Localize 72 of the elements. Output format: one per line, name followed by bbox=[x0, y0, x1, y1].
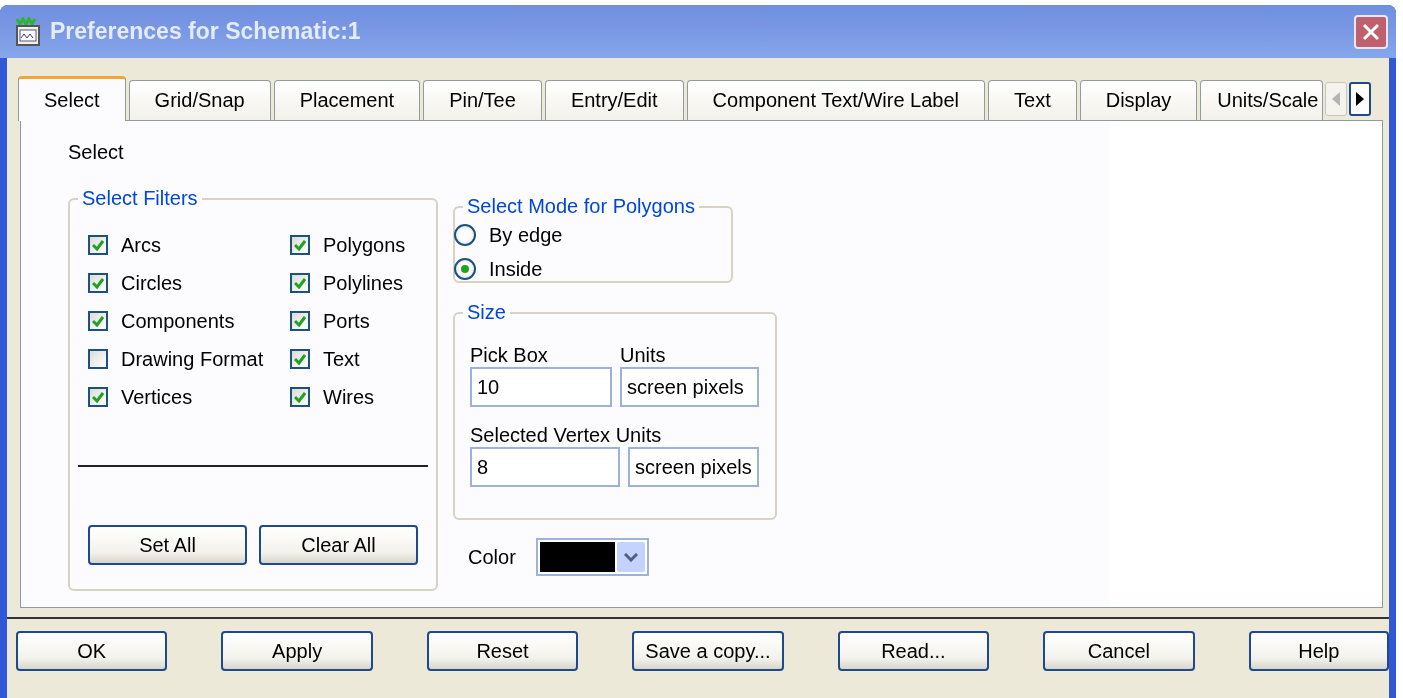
tab[interactable]: Text bbox=[988, 80, 1077, 120]
button[interactable]: Reset bbox=[426, 631, 579, 671]
checkbox[interactable] bbox=[290, 387, 310, 407]
checkbox[interactable] bbox=[290, 273, 310, 293]
checkmark-icon bbox=[92, 277, 104, 289]
checkmark-icon bbox=[294, 391, 306, 403]
close-icon bbox=[1362, 22, 1380, 41]
button[interactable]: OK bbox=[16, 631, 168, 671]
button[interactable]: Set All bbox=[88, 525, 247, 565]
radio-button[interactable] bbox=[454, 258, 476, 280]
checkbox-label: Arcs bbox=[121, 233, 161, 257]
group-title: Select Filters bbox=[81, 187, 199, 210]
checkbox[interactable] bbox=[88, 273, 108, 293]
group-title: Size bbox=[466, 301, 507, 324]
button[interactable]: Save a copy... bbox=[632, 631, 784, 671]
checkbox[interactable] bbox=[290, 349, 310, 369]
checkbox[interactable] bbox=[88, 235, 108, 255]
right-triangle-icon bbox=[1356, 92, 1365, 106]
tab[interactable]: Units/Scale bbox=[1200, 80, 1324, 120]
field-label: Pick Box bbox=[470, 344, 549, 367]
color-label: Color bbox=[468, 545, 516, 569]
color-dropdown[interactable] bbox=[535, 538, 649, 576]
button[interactable]: Read... bbox=[837, 631, 990, 671]
checkmark-icon bbox=[92, 391, 104, 403]
checkbox-label: Components bbox=[121, 309, 235, 333]
close-button[interactable] bbox=[1354, 14, 1388, 49]
checkmark-icon bbox=[294, 239, 306, 251]
chevron-down-icon bbox=[623, 552, 638, 562]
scroll-right-button[interactable] bbox=[1349, 82, 1372, 116]
input-field[interactable]: screen pixels bbox=[620, 367, 759, 407]
checkbox-label: Vertices bbox=[121, 385, 193, 409]
checkbox-label: Polygons bbox=[323, 233, 406, 257]
tab[interactable]: Component Text/Wire Label bbox=[686, 80, 985, 120]
input-field[interactable]: 10 bbox=[470, 367, 612, 407]
group-title: Select Mode for Polygons bbox=[466, 195, 696, 218]
tab[interactable]: Display bbox=[1079, 80, 1198, 120]
button[interactable]: Cancel bbox=[1043, 631, 1195, 671]
checkmark-icon bbox=[294, 277, 306, 289]
page-heading: Select bbox=[68, 141, 125, 165]
field-label: Selected Vertex Units bbox=[470, 424, 662, 447]
radio-label: Inside bbox=[489, 257, 543, 281]
radio-button[interactable] bbox=[454, 224, 476, 246]
app-icon bbox=[14, 16, 42, 47]
tab[interactable]: Grid/Snap bbox=[128, 80, 271, 120]
checkmark-icon bbox=[92, 239, 104, 251]
left-triangle-icon bbox=[1332, 92, 1341, 106]
checkbox[interactable] bbox=[88, 387, 108, 407]
checkmark-icon bbox=[294, 353, 306, 365]
button[interactable]: Help bbox=[1248, 631, 1389, 671]
checkbox[interactable] bbox=[88, 349, 108, 369]
checkbox-label: Polylines bbox=[323, 271, 404, 295]
field-label: Units bbox=[620, 344, 667, 367]
tab[interactable]: Placement bbox=[273, 80, 421, 120]
checkbox[interactable] bbox=[290, 311, 310, 331]
checkbox-label: Ports bbox=[323, 309, 370, 333]
checkbox[interactable] bbox=[290, 235, 310, 255]
checkmark-icon bbox=[92, 315, 104, 327]
window-title: Preferences for Schematic:1 bbox=[50, 18, 362, 45]
checkbox-label: Wires bbox=[323, 385, 375, 409]
radio-label: By edge bbox=[489, 223, 563, 247]
input-field[interactable]: 8 bbox=[470, 447, 620, 487]
checkbox[interactable] bbox=[88, 311, 108, 331]
tab[interactable]: Pin/Tee bbox=[423, 80, 542, 120]
button[interactable]: Clear All bbox=[259, 525, 418, 565]
checkmark-icon bbox=[294, 315, 306, 327]
tab[interactable]: Select bbox=[18, 76, 126, 121]
checkbox-label: Text bbox=[323, 347, 360, 371]
tab[interactable]: Entry/Edit bbox=[544, 80, 684, 120]
checkbox-label: Circles bbox=[121, 271, 183, 295]
button[interactable]: Apply bbox=[221, 631, 373, 671]
input-field[interactable]: screen pixels bbox=[628, 447, 759, 487]
checkbox-label: Drawing Format bbox=[121, 347, 264, 371]
